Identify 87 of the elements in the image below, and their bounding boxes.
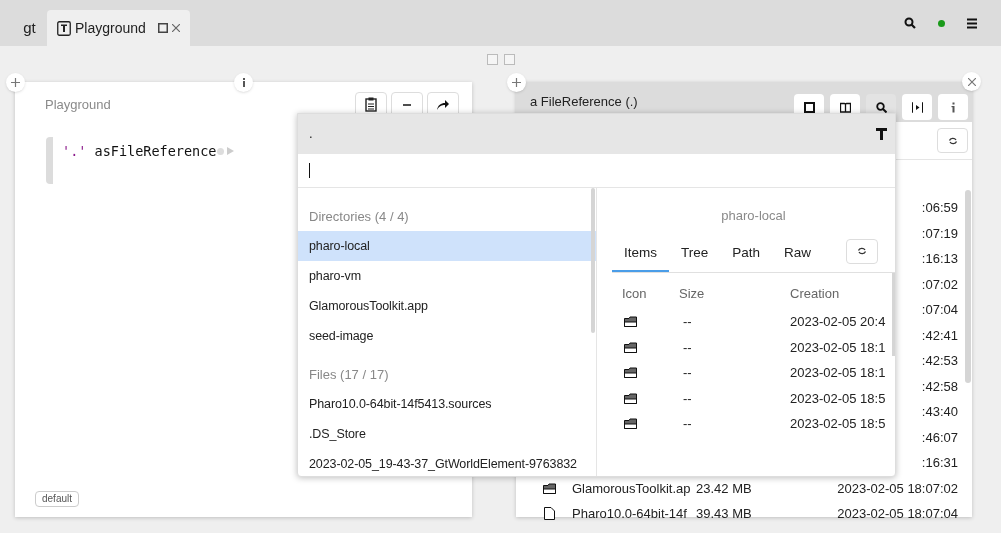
close-icon[interactable] [171, 24, 180, 32]
tab[interactable]: Tree [669, 236, 721, 272]
document-icon [57, 20, 71, 36]
tab[interactable]: Items [612, 236, 669, 272]
add-button[interactable] [6, 73, 25, 92]
table-cell-text: :42:53 [921, 352, 958, 370]
clipboard-icon [365, 97, 377, 112]
table-cell-text: 2023-02-05 18:1 [790, 364, 886, 382]
view-tab[interactable] [902, 94, 932, 120]
search-icon[interactable] [904, 17, 916, 29]
maximize-icon[interactable] [157, 23, 168, 33]
list-item[interactable]: pharo-vm [298, 261, 596, 291]
tab[interactable]: Playground [47, 10, 190, 46]
close-icon [967, 77, 976, 86]
table-cell-text: :16:31 [921, 454, 958, 472]
editor-gutter [46, 137, 53, 184]
table-cell-text: 2023-02-05 18:07:02 [837, 479, 958, 498]
refresh-button[interactable] [937, 128, 968, 153]
preview-title: pharo-local [720, 207, 787, 224]
close-button[interactable] [962, 72, 981, 91]
table-cell-text: 2023-02-05 20:4 [790, 313, 886, 331]
plus-icon [512, 78, 521, 87]
tab-label: Playground [75, 18, 146, 38]
info-icon [241, 78, 246, 87]
tab[interactable]: Raw [772, 236, 824, 272]
folder-icon [624, 418, 637, 430]
table-cell-text: :42:41 [921, 326, 958, 345]
play-icon [911, 101, 923, 113]
menu-icon[interactable] [967, 17, 977, 29]
list-item[interactable]: GlamorousToolkit.app [298, 291, 596, 321]
card-title: Playground [45, 95, 111, 114]
table-cell-text: -- [682, 389, 693, 408]
table-cell-text: Pharo10.0-64bit-14f [572, 505, 688, 523]
folder-icon [624, 367, 637, 379]
hammer-icon[interactable] [876, 128, 887, 140]
pane-toggle-icon[interactable] [503, 54, 515, 65]
folder-icon [542, 482, 556, 494]
table-cell-text: 2023-02-05 18:1 [790, 338, 886, 357]
table-cell-text: -- [682, 415, 693, 433]
refresh-icon [857, 247, 867, 255]
minus-icon [403, 103, 411, 106]
list-item[interactable]: 2023-02-05_19-43-37_GtWorldElement-9763832 [298, 449, 596, 476]
table-cell-text: 2023-02-05 18:07:04 [837, 505, 958, 523]
table-cell-text: :46:07 [921, 428, 958, 447]
column-header: Icon [622, 285, 648, 304]
list-item[interactable]: seed-image [298, 321, 596, 351]
folder-icon [624, 392, 637, 404]
label-badge[interactable]: default [35, 491, 80, 507]
logo[interactable]: gt [12, 10, 47, 46]
book-icon [839, 101, 851, 113]
info-button[interactable] [234, 73, 253, 92]
query-label: . [309, 125, 313, 144]
table-cell-text: -- [682, 313, 693, 331]
table-cell-text: :06:59 [921, 199, 958, 217]
pane-toggle-icon[interactable] [486, 54, 498, 65]
list-item[interactable]: Pharo10.0-64bit-14f5413.sources [298, 389, 596, 419]
table-cell-text: -- [682, 364, 693, 382]
table-cell-text: 2023-02-05 18:5 [790, 389, 886, 408]
square-icon [803, 101, 815, 113]
table-cell-text: 39.43 MB [696, 505, 753, 523]
refresh-icon [947, 136, 958, 145]
table-cell-text: :43:40 [921, 403, 958, 421]
tab[interactable]: Path [720, 236, 773, 272]
table-cell-text: 23.42 MB [696, 479, 753, 498]
section-header: Files (17 / 17) [308, 366, 390, 385]
table-cell-text: 2023-02-05 18:5 [790, 415, 886, 433]
column-header: Size [679, 285, 706, 304]
table-cell-text: :16:13 [921, 250, 958, 268]
card-title: a FileReference (.) [530, 93, 638, 112]
list-item[interactable]: pharo-local [298, 231, 596, 261]
folder-icon [624, 316, 637, 328]
plus-icon [11, 78, 20, 87]
code-line[interactable]: '.' asFileReference [62, 140, 217, 162]
table-cell-text: :07:04 [921, 301, 958, 319]
list-item[interactable]: .DS_Store [298, 419, 596, 449]
add-button[interactable] [507, 73, 526, 92]
table-cell-text: :07:19 [921, 224, 958, 243]
table-cell-text: :07:02 [921, 275, 958, 294]
table-cell-text: -- [682, 338, 693, 357]
refresh-button[interactable] [846, 238, 878, 264]
column-header: Creation [790, 285, 840, 304]
search-icon [875, 101, 887, 113]
arrow-icon [436, 98, 450, 111]
section-header: Directories (4 / 4) [308, 208, 410, 227]
table-cell-text: GlamorousToolkit.ap [572, 479, 692, 498]
table-cell-text: :42:58 [921, 377, 958, 396]
folder-icon [624, 341, 637, 353]
